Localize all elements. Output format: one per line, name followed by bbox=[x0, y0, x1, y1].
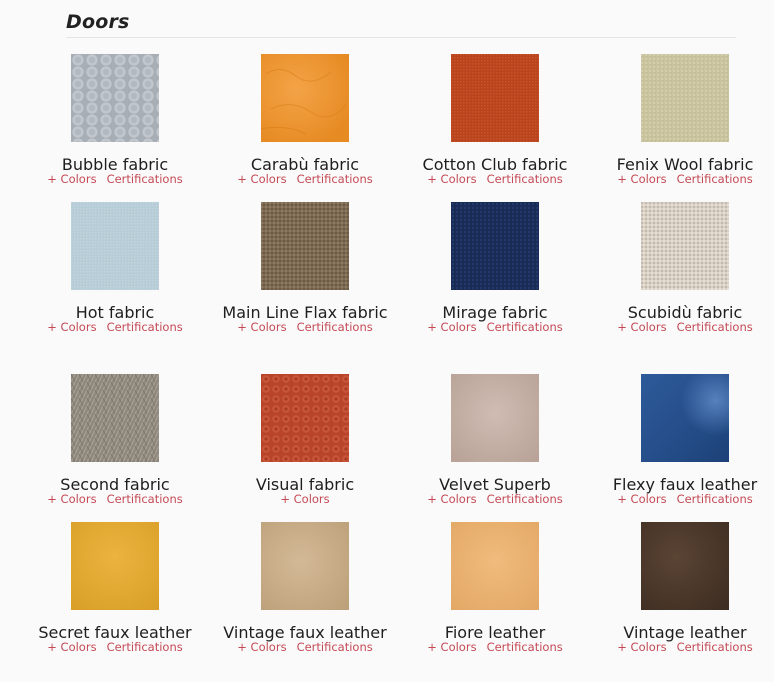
swatch-card: Bubble fabric + Colors Certifications bbox=[20, 54, 210, 187]
certifications-link[interactable]: Certifications bbox=[487, 640, 563, 654]
material-links: + Colors Certifications bbox=[400, 171, 590, 187]
certifications-link[interactable]: Certifications bbox=[107, 492, 183, 506]
material-links: + Colors Certifications bbox=[590, 491, 774, 507]
material-links: + Colors Certifications bbox=[20, 639, 210, 655]
second-fabric-swatch[interactable] bbox=[71, 374, 159, 462]
colors-link[interactable]: + Colors bbox=[237, 172, 286, 186]
fiore-leather-swatch[interactable] bbox=[451, 522, 539, 610]
swatch-card: Velvet Superb + Colors Certifications bbox=[400, 374, 590, 507]
swatch-card: Second fabric + Colors Certifications bbox=[20, 374, 210, 507]
certifications-link[interactable]: Certifications bbox=[487, 320, 563, 334]
certifications-link[interactable]: Certifications bbox=[107, 640, 183, 654]
swatch-card: Vintage leather + Colors Certifications bbox=[590, 522, 774, 655]
colors-link[interactable]: + Colors bbox=[427, 492, 476, 506]
colors-link[interactable]: + Colors bbox=[47, 172, 96, 186]
certifications-link[interactable]: Certifications bbox=[107, 172, 183, 186]
carabu-fabric-swatch[interactable] bbox=[261, 54, 349, 142]
swatch-card: Fenix Wool fabric + Colors Certifications bbox=[590, 54, 774, 187]
material-links: + Colors Certifications bbox=[400, 639, 590, 655]
swatch-card: Flexy faux leather + Colors Certification… bbox=[590, 374, 774, 507]
material-links: + Colors Certifications bbox=[400, 319, 590, 335]
material-links: + Colors Certifications bbox=[400, 491, 590, 507]
swatch-card: Mirage fabric + Colors Certifications bbox=[400, 202, 590, 335]
material-links: + Colors Certifications bbox=[590, 171, 774, 187]
swatch-card: Main Line Flax fabric + Colors Certificat… bbox=[210, 202, 400, 335]
swatch-card: Scubidù fabric + Colors Certifications bbox=[590, 202, 774, 335]
bubble-fabric-swatch[interactable] bbox=[71, 54, 159, 142]
material-links: + Colors Certifications bbox=[20, 171, 210, 187]
material-links: + Colors Certifications bbox=[20, 491, 210, 507]
certifications-link[interactable]: Certifications bbox=[107, 320, 183, 334]
colors-link[interactable]: + Colors bbox=[617, 492, 666, 506]
visual-fabric-swatch[interactable] bbox=[261, 374, 349, 462]
swatch-card: Carabù fabric + Colors Certifications bbox=[210, 54, 400, 187]
colors-link[interactable]: + Colors bbox=[237, 320, 286, 334]
certifications-link[interactable]: Certifications bbox=[487, 492, 563, 506]
colors-link[interactable]: + Colors bbox=[237, 640, 286, 654]
swatch-card: Secret faux leather + Colors Certificatio… bbox=[20, 522, 210, 655]
colors-link[interactable]: + Colors bbox=[427, 172, 476, 186]
materials-panel: Doors Bubble fabric + Colors Certificatio… bbox=[0, 0, 774, 682]
swatch-card: Vintage faux leather + Colors Certificati… bbox=[210, 522, 400, 655]
colors-link[interactable]: + Colors bbox=[280, 492, 329, 506]
colors-link[interactable]: + Colors bbox=[617, 640, 666, 654]
swatch-card: Cotton Club fabric + Colors Certification… bbox=[400, 54, 590, 187]
colors-link[interactable]: + Colors bbox=[617, 320, 666, 334]
vintage-faux-leather-swatch[interactable] bbox=[261, 522, 349, 610]
fenix-wool-fabric-swatch[interactable] bbox=[641, 54, 729, 142]
swatch-card: Fiore leather + Colors Certifications bbox=[400, 522, 590, 655]
velvet-superb-swatch[interactable] bbox=[451, 374, 539, 462]
material-links: + Colors Certifications bbox=[210, 171, 400, 187]
certifications-link[interactable]: Certifications bbox=[487, 172, 563, 186]
certifications-link[interactable]: Certifications bbox=[677, 640, 753, 654]
flexy-faux-leather-swatch[interactable] bbox=[641, 374, 729, 462]
colors-link[interactable]: + Colors bbox=[47, 640, 96, 654]
secret-faux-leather-swatch[interactable] bbox=[71, 522, 159, 610]
main-line-flax-fabric-swatch[interactable] bbox=[261, 202, 349, 290]
certifications-link[interactable]: Certifications bbox=[297, 640, 373, 654]
hot-fabric-swatch[interactable] bbox=[71, 202, 159, 290]
material-links: + Colors Certifications bbox=[590, 319, 774, 335]
mirage-fabric-swatch[interactable] bbox=[451, 202, 539, 290]
material-links: + Colors Certifications bbox=[20, 319, 210, 335]
swatch-card: Hot fabric + Colors Certifications bbox=[20, 202, 210, 335]
material-links: + Colors bbox=[210, 491, 400, 507]
material-links: + Colors Certifications bbox=[590, 639, 774, 655]
certifications-link[interactable]: Certifications bbox=[677, 172, 753, 186]
certifications-link[interactable]: Certifications bbox=[677, 320, 753, 334]
vintage-leather-swatch[interactable] bbox=[641, 522, 729, 610]
swatch-grid: Bubble fabric + Colors Certifications Car… bbox=[20, 0, 774, 682]
colors-link[interactable]: + Colors bbox=[427, 320, 476, 334]
certifications-link[interactable]: Certifications bbox=[677, 492, 753, 506]
colors-link[interactable]: + Colors bbox=[47, 320, 96, 334]
certifications-link[interactable]: Certifications bbox=[297, 320, 373, 334]
scubidu-fabric-swatch[interactable] bbox=[641, 202, 729, 290]
swatch-card: Visual fabric + Colors bbox=[210, 374, 400, 507]
colors-link[interactable]: + Colors bbox=[427, 640, 476, 654]
colors-link[interactable]: + Colors bbox=[617, 172, 666, 186]
cotton-club-fabric-swatch[interactable] bbox=[451, 54, 539, 142]
material-links: + Colors Certifications bbox=[210, 639, 400, 655]
colors-link[interactable]: + Colors bbox=[47, 492, 96, 506]
material-links: + Colors Certifications bbox=[210, 319, 400, 335]
certifications-link[interactable]: Certifications bbox=[297, 172, 373, 186]
